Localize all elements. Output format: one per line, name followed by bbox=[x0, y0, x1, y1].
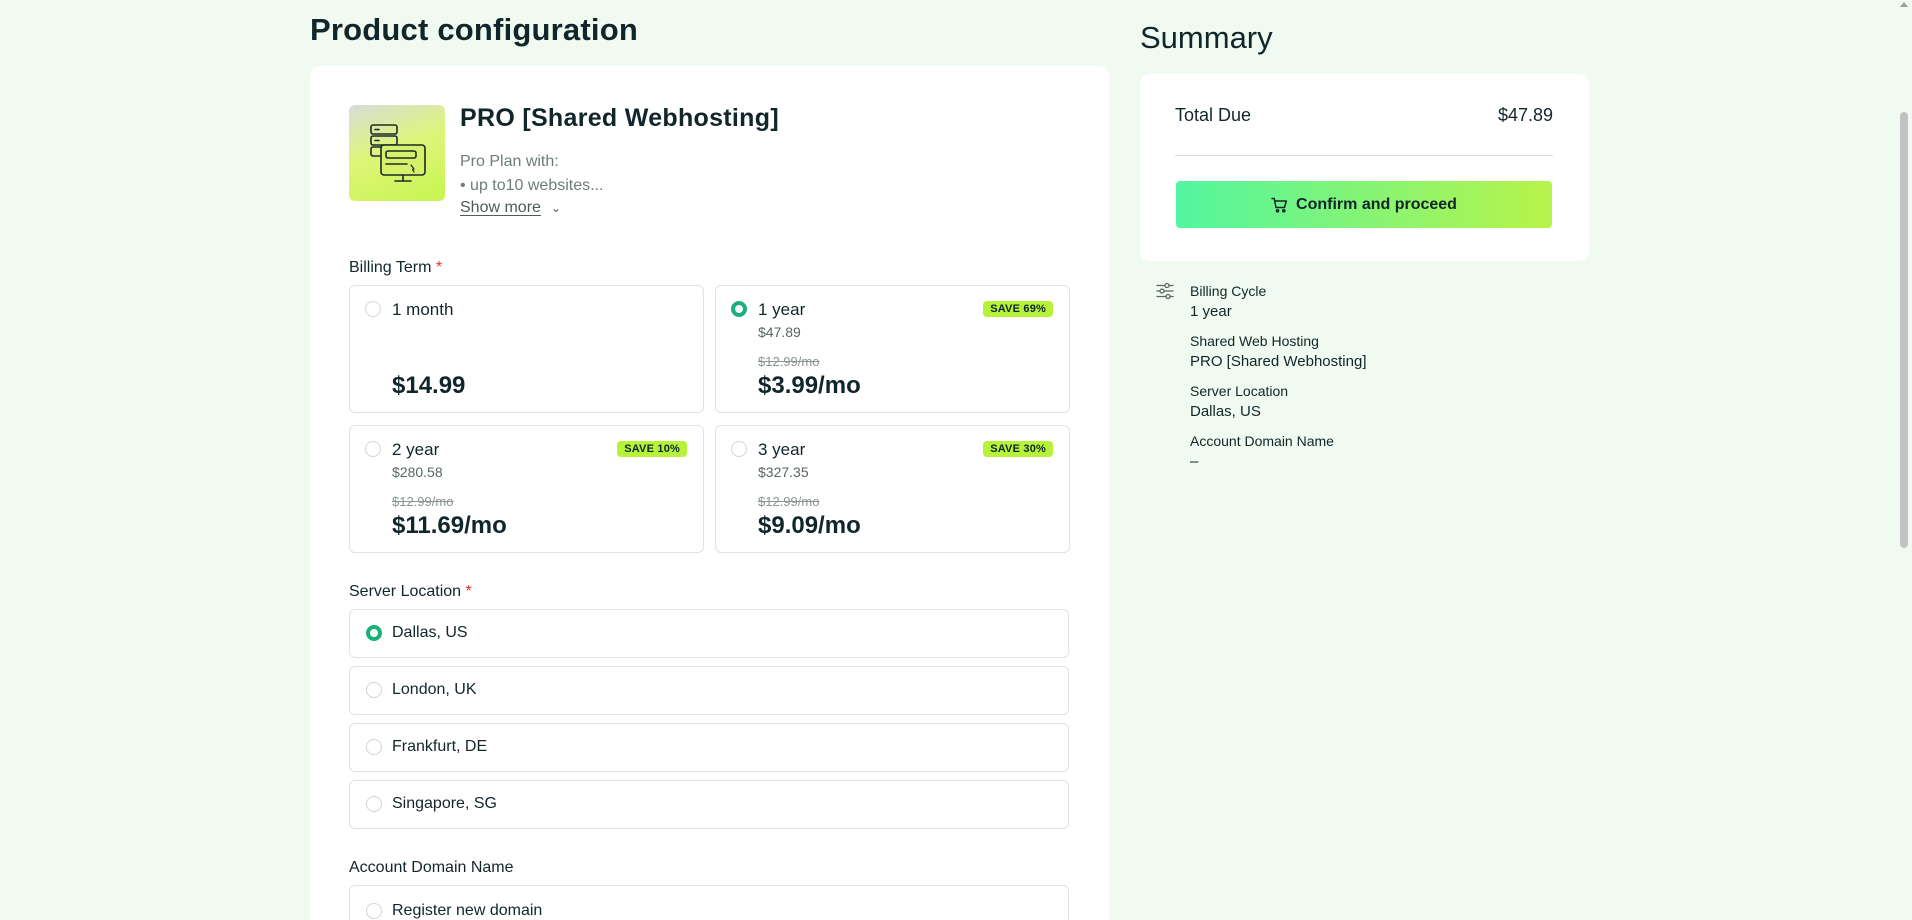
radio-button[interactable] bbox=[366, 739, 382, 755]
page-title: Product configuration bbox=[310, 12, 638, 48]
billing-term-label: Billing Term * bbox=[349, 259, 442, 277]
radio-button[interactable] bbox=[366, 682, 382, 698]
save-badge: SAVE 10% bbox=[617, 441, 687, 457]
summary-item-billing-cycle: Billing Cycle 1 year bbox=[1190, 282, 1266, 322]
product-desc-line: Pro Plan with: bbox=[460, 153, 559, 170]
term-name: 2 year bbox=[392, 440, 440, 459]
term-total: $47.89 bbox=[758, 324, 801, 340]
summary-value: Dallas, US bbox=[1190, 403, 1261, 420]
show-more-link[interactable]: Show more ⌄ bbox=[460, 199, 561, 217]
location-option-dallas[interactable]: Dallas, US bbox=[349, 609, 1069, 658]
term-original-price: $12.99/mo bbox=[758, 494, 820, 509]
billing-option-2-year[interactable]: 2 year $280.58 SAVE 10% $12.99/mo $11.69… bbox=[349, 425, 704, 553]
radio-button[interactable] bbox=[365, 301, 381, 317]
summary-key: Server Location bbox=[1190, 383, 1289, 399]
account-domain-label-text: Account Domain Name bbox=[349, 859, 514, 876]
term-price: $9.09/mo bbox=[758, 512, 861, 539]
summary-value: – bbox=[1190, 453, 1199, 470]
location-option-london[interactable]: London, UK bbox=[349, 666, 1069, 715]
billing-option-1-year[interactable]: 1 year $47.89 SAVE 69% $12.99/mo $3.99/m… bbox=[715, 285, 1070, 413]
term-price: $14.99 bbox=[392, 372, 466, 399]
term-name: 1 month bbox=[392, 300, 454, 319]
radio-button[interactable] bbox=[731, 441, 747, 457]
server-location-label: Server Location * bbox=[349, 583, 472, 601]
server-location-label-text: Server Location bbox=[349, 583, 462, 600]
confirm-proceed-label: Confirm and proceed bbox=[1296, 195, 1457, 213]
server-monitor-icon bbox=[370, 124, 426, 182]
term-original-price: $12.99/mo bbox=[392, 494, 454, 509]
summary-value: PRO [Shared Webhosting] bbox=[1190, 353, 1367, 370]
summary-value: 1 year bbox=[1190, 303, 1232, 320]
term-price: $3.99/mo bbox=[758, 372, 861, 399]
required-marker: * bbox=[465, 583, 472, 600]
save-badge: SAVE 30% bbox=[983, 441, 1053, 457]
radio-button[interactable] bbox=[365, 441, 381, 457]
term-name: 3 year bbox=[758, 440, 806, 459]
scrollbar-thumb[interactable] bbox=[1900, 112, 1908, 548]
scroll-up-arrow-icon[interactable] bbox=[1900, 2, 1908, 7]
term-name: 1 year bbox=[758, 300, 806, 319]
show-more-label: Show more bbox=[460, 199, 541, 216]
summary-title: Summary bbox=[1140, 20, 1273, 55]
product-config-card: PRO [Shared Webhosting] Pro Plan with: •… bbox=[310, 66, 1109, 920]
term-price: $11.69/mo bbox=[392, 512, 507, 539]
sliders-icon bbox=[1156, 282, 1174, 300]
page-title-regular: Product bbox=[310, 12, 429, 47]
summary-item-hosting: Shared Web Hosting PRO [Shared Webhostin… bbox=[1190, 332, 1366, 372]
billing-option-3-year[interactable]: 3 year $327.35 SAVE 30% $12.99/mo $9.09/… bbox=[715, 425, 1070, 553]
chevron-down-icon: ⌄ bbox=[550, 201, 561, 215]
scrollbar[interactable] bbox=[1896, 0, 1912, 920]
radio-button-selected[interactable] bbox=[366, 625, 382, 641]
radio-button[interactable] bbox=[366, 903, 382, 919]
summary-key: Shared Web Hosting bbox=[1190, 333, 1319, 349]
product-description: Pro Plan with: • up to10 websites... bbox=[460, 150, 603, 198]
save-badge: SAVE 69% bbox=[983, 301, 1053, 317]
page-title-bold: configuration bbox=[437, 12, 638, 47]
term-original-price: $12.99/mo bbox=[758, 354, 820, 369]
term-total: $280.58 bbox=[392, 464, 443, 480]
summary-key: Account Domain Name bbox=[1190, 433, 1334, 449]
summary-key: Billing Cycle bbox=[1190, 283, 1267, 299]
product-name: PRO [Shared Webhosting] bbox=[460, 104, 779, 132]
location-option-singapore[interactable]: Singapore, SG bbox=[349, 780, 1069, 829]
product-desc-line: • up to10 websites... bbox=[460, 177, 604, 194]
total-due-value: $47.89 bbox=[1497, 105, 1553, 125]
term-total: $327.35 bbox=[758, 464, 809, 480]
location-label: Frankfurt, DE bbox=[392, 738, 488, 755]
radio-button[interactable] bbox=[366, 796, 382, 812]
summary-card: Total Due $47.89 Confirm and proceed bbox=[1140, 74, 1589, 261]
required-marker: * bbox=[435, 259, 443, 276]
radio-button-selected[interactable] bbox=[731, 301, 747, 317]
confirm-proceed-button[interactable]: Confirm and proceed bbox=[1176, 181, 1552, 228]
billing-term-label-text: Billing Term bbox=[349, 259, 432, 276]
summary-item-account-domain: Account Domain Name – bbox=[1190, 432, 1334, 472]
product-image bbox=[349, 105, 445, 201]
location-option-frankfurt[interactable]: Frankfurt, DE bbox=[349, 723, 1069, 772]
location-label: Singapore, SG bbox=[392, 795, 497, 812]
divider bbox=[1175, 155, 1553, 156]
cart-icon bbox=[1271, 197, 1288, 213]
domain-option-label: Register new domain bbox=[392, 902, 543, 919]
account-domain-label: Account Domain Name bbox=[349, 859, 514, 877]
location-label: London, UK bbox=[392, 681, 477, 698]
total-due-label: Total Due bbox=[1175, 105, 1252, 125]
summary-item-server-location: Server Location Dallas, US bbox=[1190, 382, 1288, 422]
location-label: Dallas, US bbox=[392, 624, 468, 641]
domain-option-register[interactable]: Register new domain bbox=[349, 885, 1069, 920]
billing-option-1-month[interactable]: 1 month $14.99 bbox=[349, 285, 704, 413]
